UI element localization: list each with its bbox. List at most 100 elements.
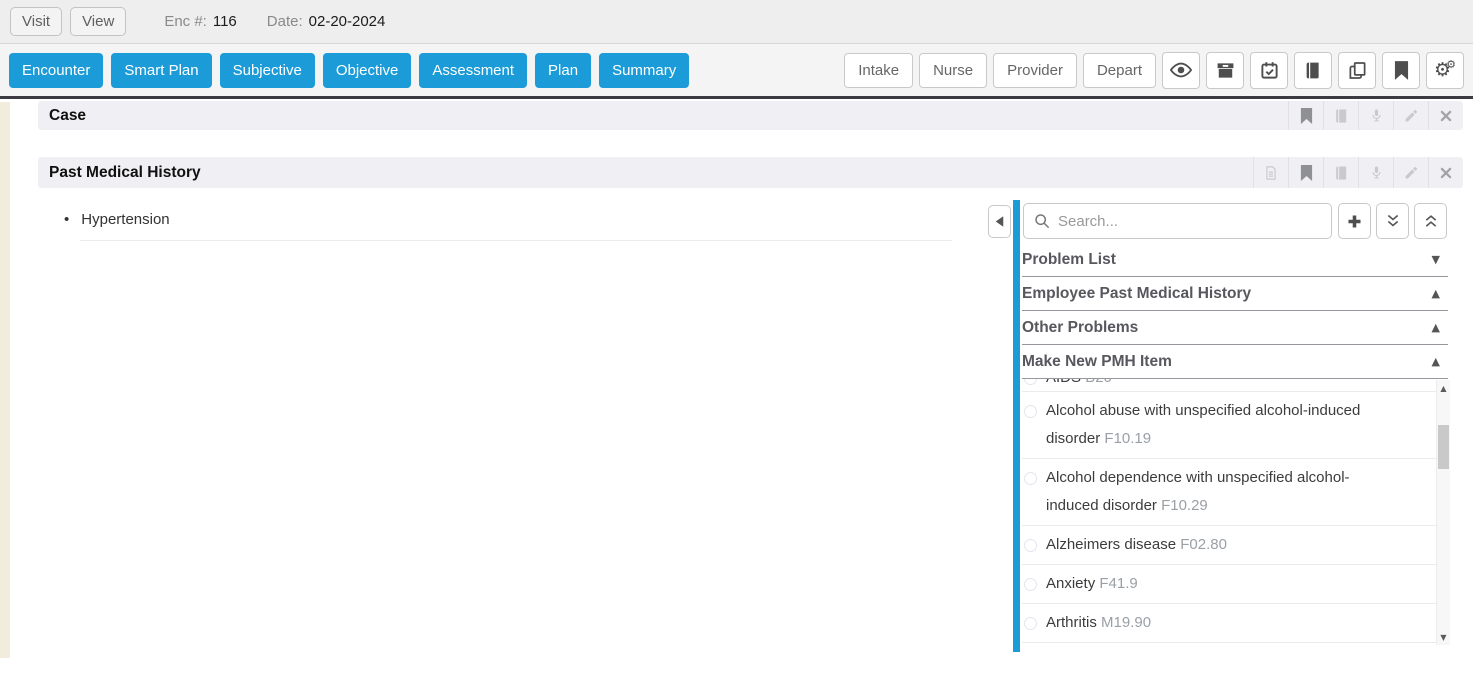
panel-accordions: Problem List ▼ Employee Past Medical His…: [1022, 243, 1448, 379]
option-name: Alzheimers disease: [1046, 536, 1176, 553]
tab-smart-plan[interactable]: Smart Plan: [111, 53, 211, 88]
accordion-other-problems[interactable]: Other Problems ▲: [1022, 311, 1448, 345]
visit-button[interactable]: Visit: [10, 7, 62, 36]
accordion-label: Problem List: [1022, 251, 1116, 269]
collapse-all-button[interactable]: [1414, 203, 1447, 239]
option-name: Alcohol abuse with unspecified alcohol-i…: [1046, 402, 1360, 447]
pmh-entry-label: Hypertension: [81, 211, 169, 228]
accordion-make-new-pmh[interactable]: Make New PMH Item ▲: [1022, 345, 1448, 379]
settings-gears-icon: ⚙⚙: [1434, 61, 1456, 80]
bookmark-icon[interactable]: [1288, 157, 1323, 188]
top-bar: Visit View Enc #: 116 Date: 02-20-2024: [0, 0, 1473, 44]
settings-button[interactable]: ⚙⚙: [1426, 52, 1464, 89]
case-section-actions: [1288, 101, 1463, 130]
enc-label: Enc #:: [164, 13, 207, 30]
accordion-problem-list[interactable]: Problem List ▼: [1022, 243, 1448, 277]
option-code: M19.90: [1101, 614, 1151, 631]
search-input[interactable]: [1058, 213, 1321, 230]
chevron-down-icon: ▼: [1432, 253, 1448, 266]
bullet-icon: •: [64, 211, 69, 228]
scroll-down-arrow-icon[interactable]: ▼: [1437, 629, 1450, 645]
schedule-button[interactable]: [1250, 52, 1288, 89]
pmh-entries: • Hypertension: [64, 211, 944, 228]
expand-all-button[interactable]: [1376, 203, 1409, 239]
tab-assessment[interactable]: Assessment: [419, 53, 527, 88]
list-item[interactable]: Alzheimers disease F02.80: [1022, 526, 1448, 565]
option-code: F10.19: [1104, 430, 1151, 447]
list-item[interactable]: Alcohol dependence with unspecified alco…: [1022, 459, 1448, 526]
option-code: B20: [1085, 379, 1112, 386]
list-item[interactable]: Alcohol abuse with unspecified alcohol-i…: [1022, 392, 1448, 459]
pencil-icon[interactable]: [1393, 157, 1428, 188]
enc-value: 116: [213, 13, 237, 30]
option-code: F02.80: [1180, 536, 1227, 553]
pencil-icon[interactable]: [1393, 101, 1428, 130]
calendar-check-icon: [1260, 61, 1279, 80]
list-item-clipped[interactable]: AIDS B20: [1022, 379, 1448, 392]
provider-button[interactable]: Provider: [993, 53, 1077, 88]
case-section-header: Case: [38, 101, 1463, 130]
close-icon[interactable]: [1428, 157, 1463, 188]
accordion-label: Make New PMH Item: [1022, 353, 1172, 371]
search-icon: [1034, 213, 1050, 229]
chart-tab-group: Encounter Smart Plan Subjective Objectiv…: [9, 53, 697, 88]
book-icon[interactable]: [1323, 101, 1358, 130]
copy-button[interactable]: [1338, 52, 1376, 89]
tab-plan[interactable]: Plan: [535, 53, 591, 88]
tab-encounter[interactable]: Encounter: [9, 53, 103, 88]
microphone-icon[interactable]: [1358, 101, 1393, 130]
panel-accent-bar: [1013, 200, 1020, 652]
list-item[interactable]: Arthritis M19.90: [1022, 604, 1448, 643]
close-icon[interactable]: [1428, 101, 1463, 130]
tab-subjective[interactable]: Subjective: [220, 53, 315, 88]
accordion-employee-pmh[interactable]: Employee Past Medical History ▲: [1022, 277, 1448, 311]
chevron-up-icon: ▲: [1432, 287, 1448, 300]
stage-button-group: Intake Nurse Provider Depart: [838, 52, 1464, 89]
list-scrollbar[interactable]: ▲ ▼: [1436, 380, 1450, 645]
radio-circle-icon: [1024, 379, 1037, 385]
bookmark-button[interactable]: [1382, 52, 1420, 89]
view-button[interactable]: View: [70, 7, 126, 36]
pmh-option-list: AIDS B20 Alcohol abuse with unspecified …: [1022, 379, 1448, 645]
radio-circle-icon: [1024, 539, 1037, 552]
copy-icon: [1348, 61, 1367, 80]
pmh-entry-hypertension: • Hypertension: [64, 211, 944, 228]
add-item-button[interactable]: [1338, 203, 1371, 239]
main-toolbar: Encounter Smart Plan Subjective Objectiv…: [0, 44, 1473, 99]
date-label: Date:: [267, 13, 303, 30]
eye-button[interactable]: [1162, 52, 1200, 89]
option-name: AIDS: [1046, 379, 1081, 386]
archive-box-icon: [1216, 61, 1235, 80]
scrollbar-thumb[interactable]: [1438, 425, 1449, 469]
date-value: 02-20-2024: [309, 13, 386, 30]
option-name: Arthritis: [1046, 614, 1097, 631]
option-code: F41.9: [1099, 575, 1137, 592]
radio-circle-icon: [1024, 617, 1037, 630]
nurse-button[interactable]: Nurse: [919, 53, 987, 88]
pmh-section-header: Past Medical History: [38, 157, 1463, 188]
scroll-up-arrow-icon[interactable]: ▲: [1437, 380, 1450, 396]
tab-objective[interactable]: Objective: [323, 53, 412, 88]
document-icon[interactable]: [1253, 157, 1288, 188]
radio-circle-icon: [1024, 578, 1037, 591]
panel-search-box: [1023, 203, 1332, 239]
journal-button[interactable]: [1294, 52, 1332, 89]
list-item[interactable]: Anxiety F41.9: [1022, 565, 1448, 604]
depart-button[interactable]: Depart: [1083, 53, 1156, 88]
accordion-label: Employee Past Medical History: [1022, 285, 1251, 303]
archive-button[interactable]: [1206, 52, 1244, 89]
panel-collapse-button[interactable]: [988, 205, 1011, 238]
option-name: Anxiety: [1046, 575, 1095, 592]
option-code: F10.29: [1161, 497, 1208, 514]
bookmark-icon[interactable]: [1288, 101, 1323, 130]
microphone-icon[interactable]: [1358, 157, 1393, 188]
tab-summary[interactable]: Summary: [599, 53, 689, 88]
chevron-left-icon: [995, 216, 1004, 227]
radio-circle-icon: [1024, 472, 1037, 485]
intake-button[interactable]: Intake: [844, 53, 913, 88]
chevrons-up-icon: [1423, 214, 1439, 229]
book-icon[interactable]: [1323, 157, 1358, 188]
plus-icon: [1346, 213, 1363, 230]
bookmark-icon: [1394, 61, 1409, 80]
pmh-section-actions: [1253, 157, 1463, 188]
